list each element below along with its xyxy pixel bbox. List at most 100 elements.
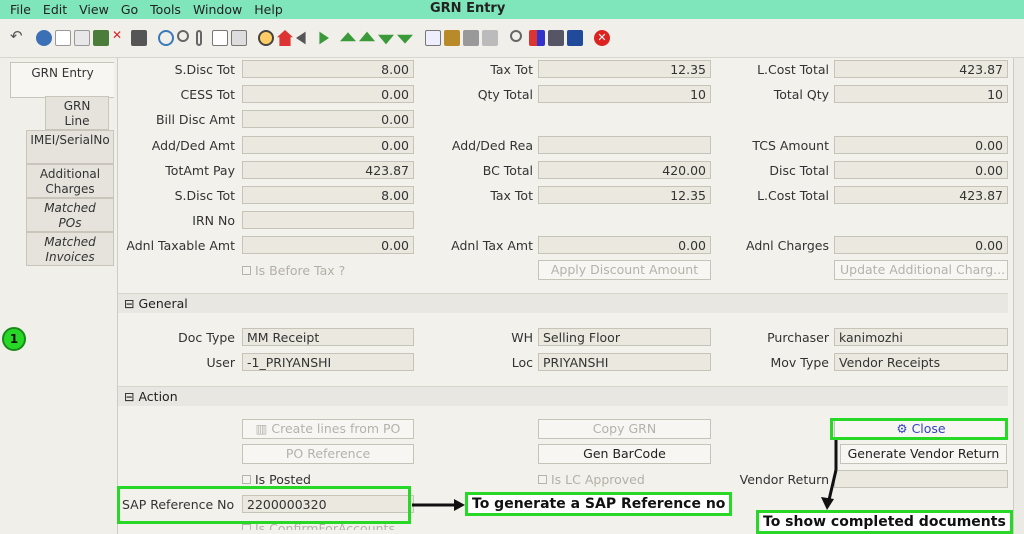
bill-disc-amt-label: Bill Disc Amt bbox=[155, 112, 235, 127]
down-icon[interactable] bbox=[378, 34, 394, 45]
scrollbar[interactable] bbox=[1013, 58, 1024, 534]
gen-barcode-button[interactable]: Gen BarCode bbox=[538, 444, 711, 464]
update-additional-charges-button[interactable]: Update Additional Charg... bbox=[834, 260, 1008, 280]
find-icon[interactable] bbox=[177, 30, 189, 42]
wh-field[interactable]: Selling Floor bbox=[538, 328, 711, 346]
mov-type-field[interactable]: Vendor Receipts bbox=[834, 353, 1008, 371]
menu-tools[interactable]: Tools bbox=[144, 2, 187, 17]
total-qty-label: Total Qty bbox=[773, 87, 829, 102]
vendor-return-label: Vendor Return bbox=[739, 472, 829, 487]
lcost-total-field[interactable]: 423.87 bbox=[834, 60, 1008, 78]
next-icon[interactable] bbox=[319, 31, 329, 45]
first-icon[interactable] bbox=[340, 32, 356, 42]
menu-view[interactable]: View bbox=[73, 2, 115, 17]
close-note: To show completed documents bbox=[756, 510, 1013, 534]
total-qty-field[interactable]: 10 bbox=[834, 85, 1008, 103]
adnl-charges-field[interactable]: 0.00 bbox=[834, 236, 1008, 254]
lcost-total2-label: L.Cost Total bbox=[757, 188, 829, 203]
lcost-total2-field[interactable]: 423.87 bbox=[834, 186, 1008, 204]
user-field[interactable]: -1_PRIYANSHI bbox=[242, 353, 414, 371]
menu-edit[interactable]: Edit bbox=[37, 2, 73, 17]
tab-matched-pos[interactable]: Matched POs bbox=[26, 198, 114, 232]
tab-imei-serialno[interactable]: IMEI/SerialNo bbox=[26, 130, 114, 164]
is-before-tax-checkbox[interactable]: Is Before Tax ? bbox=[242, 263, 345, 278]
report-icon[interactable] bbox=[231, 30, 247, 46]
lcost-total-label: L.Cost Total bbox=[757, 62, 829, 77]
add-ded-amt-field[interactable]: 0.00 bbox=[242, 136, 414, 154]
prev-icon[interactable] bbox=[296, 31, 306, 45]
tab-grn-entry[interactable]: GRN Entry bbox=[10, 62, 114, 98]
mov-type-label: Mov Type bbox=[770, 355, 829, 370]
print-preview-icon[interactable] bbox=[482, 30, 498, 46]
adnl-taxable-amt-field[interactable]: 0.00 bbox=[242, 236, 414, 254]
tax-tot-field[interactable]: 12.35 bbox=[538, 60, 711, 78]
chat-icon[interactable] bbox=[212, 30, 228, 46]
history-icon[interactable] bbox=[258, 30, 274, 46]
new-icon[interactable] bbox=[55, 30, 71, 46]
is-posted-label: Is Posted bbox=[255, 472, 311, 487]
sap-reference-note: To generate a SAP Reference no bbox=[465, 492, 733, 516]
grn-entry-form: S.Disc Tot 8.00 Tax Tot 12.35 L.Cost Tot… bbox=[117, 58, 1012, 534]
sap-reference-highlight bbox=[117, 486, 411, 524]
create-lines-from-po-button[interactable]: ▥ Create lines from PO bbox=[242, 419, 414, 439]
qty-total-field[interactable]: 10 bbox=[538, 85, 711, 103]
menu-window[interactable]: Window bbox=[187, 2, 248, 17]
delete-icon[interactable]: ✕ bbox=[112, 28, 128, 44]
last-icon[interactable] bbox=[397, 34, 413, 44]
add-ded-rea-field[interactable] bbox=[538, 136, 711, 154]
apply-discount-button[interactable]: Apply Discount Amount bbox=[538, 260, 711, 280]
cess-tot-field[interactable]: 0.00 bbox=[242, 85, 414, 103]
general-section-header[interactable]: ⊟ General bbox=[118, 293, 1008, 313]
up-icon[interactable] bbox=[359, 31, 375, 42]
detail-icon[interactable] bbox=[425, 30, 441, 46]
tax-tot2-field[interactable]: 12.35 bbox=[538, 186, 711, 204]
product-icon[interactable] bbox=[548, 30, 564, 46]
tab-grn-line[interactable]: GRN Line bbox=[45, 96, 109, 130]
attachment-icon[interactable] bbox=[196, 30, 202, 46]
irn-no-field[interactable] bbox=[242, 211, 414, 229]
request-icon[interactable] bbox=[567, 30, 583, 46]
tcs-amount-field[interactable]: 0.00 bbox=[834, 136, 1008, 154]
loc-field[interactable]: PRIYANSHI bbox=[538, 353, 711, 371]
copy-grn-button[interactable]: Copy GRN bbox=[538, 419, 711, 439]
tab-additional-charges[interactable]: Additional Charges bbox=[26, 164, 114, 198]
menu-help[interactable]: Help bbox=[248, 2, 289, 17]
disc-total-field[interactable]: 0.00 bbox=[834, 161, 1008, 179]
purchaser-field[interactable]: kanimozhi bbox=[834, 328, 1008, 346]
undo-icon[interactable]: ↶ bbox=[10, 27, 26, 45]
workflow-icon[interactable] bbox=[529, 30, 545, 46]
save-icon[interactable] bbox=[93, 30, 109, 46]
archive-icon[interactable] bbox=[444, 30, 460, 46]
disc-total-label: Disc Total bbox=[769, 163, 829, 178]
is-posted-checkbox[interactable]: Is Posted bbox=[242, 472, 311, 487]
menu-go[interactable]: Go bbox=[115, 2, 144, 17]
user-label: User bbox=[206, 355, 236, 370]
window-title: GRN Entry bbox=[430, 1, 506, 16]
doc-type-field[interactable]: MM Receipt bbox=[242, 328, 414, 346]
close-highlight bbox=[830, 418, 1008, 440]
action-section-header[interactable]: ⊟ Action bbox=[118, 386, 1008, 406]
bc-total-field[interactable]: 420.00 bbox=[538, 161, 711, 179]
help-icon[interactable] bbox=[36, 30, 52, 46]
refresh-icon[interactable] bbox=[158, 30, 174, 46]
tab-matched-invoices[interactable]: Matched Invoices bbox=[26, 232, 114, 266]
adnl-tax-amt-field[interactable]: 0.00 bbox=[538, 236, 711, 254]
exit-icon[interactable]: ✕ bbox=[594, 30, 610, 46]
zoom-icon[interactable] bbox=[510, 30, 522, 42]
generate-vendor-return-button[interactable]: Generate Vendor Return bbox=[840, 444, 1007, 464]
bill-disc-amt-field[interactable]: 0.00 bbox=[242, 110, 414, 128]
menu-file[interactable]: File bbox=[0, 2, 37, 17]
save-disk-icon[interactable] bbox=[131, 30, 147, 46]
copy-icon[interactable] bbox=[74, 30, 90, 46]
collapse-icon: ⊟ bbox=[124, 296, 135, 311]
po-reference-button[interactable]: PO Reference bbox=[242, 444, 414, 464]
home-icon[interactable] bbox=[277, 30, 293, 46]
sdisc-tot2-field[interactable]: 8.00 bbox=[242, 186, 414, 204]
is-lc-approved-label: Is LC Approved bbox=[551, 472, 645, 487]
print-icon[interactable] bbox=[463, 30, 479, 46]
vendor-return-field[interactable] bbox=[834, 470, 1008, 488]
totamt-pay-field[interactable]: 423.87 bbox=[242, 161, 414, 179]
is-lc-approved-checkbox[interactable]: Is LC Approved bbox=[538, 472, 645, 487]
irn-no-label: IRN No bbox=[192, 213, 235, 228]
sdisc-tot-field[interactable]: 8.00 bbox=[242, 60, 414, 78]
